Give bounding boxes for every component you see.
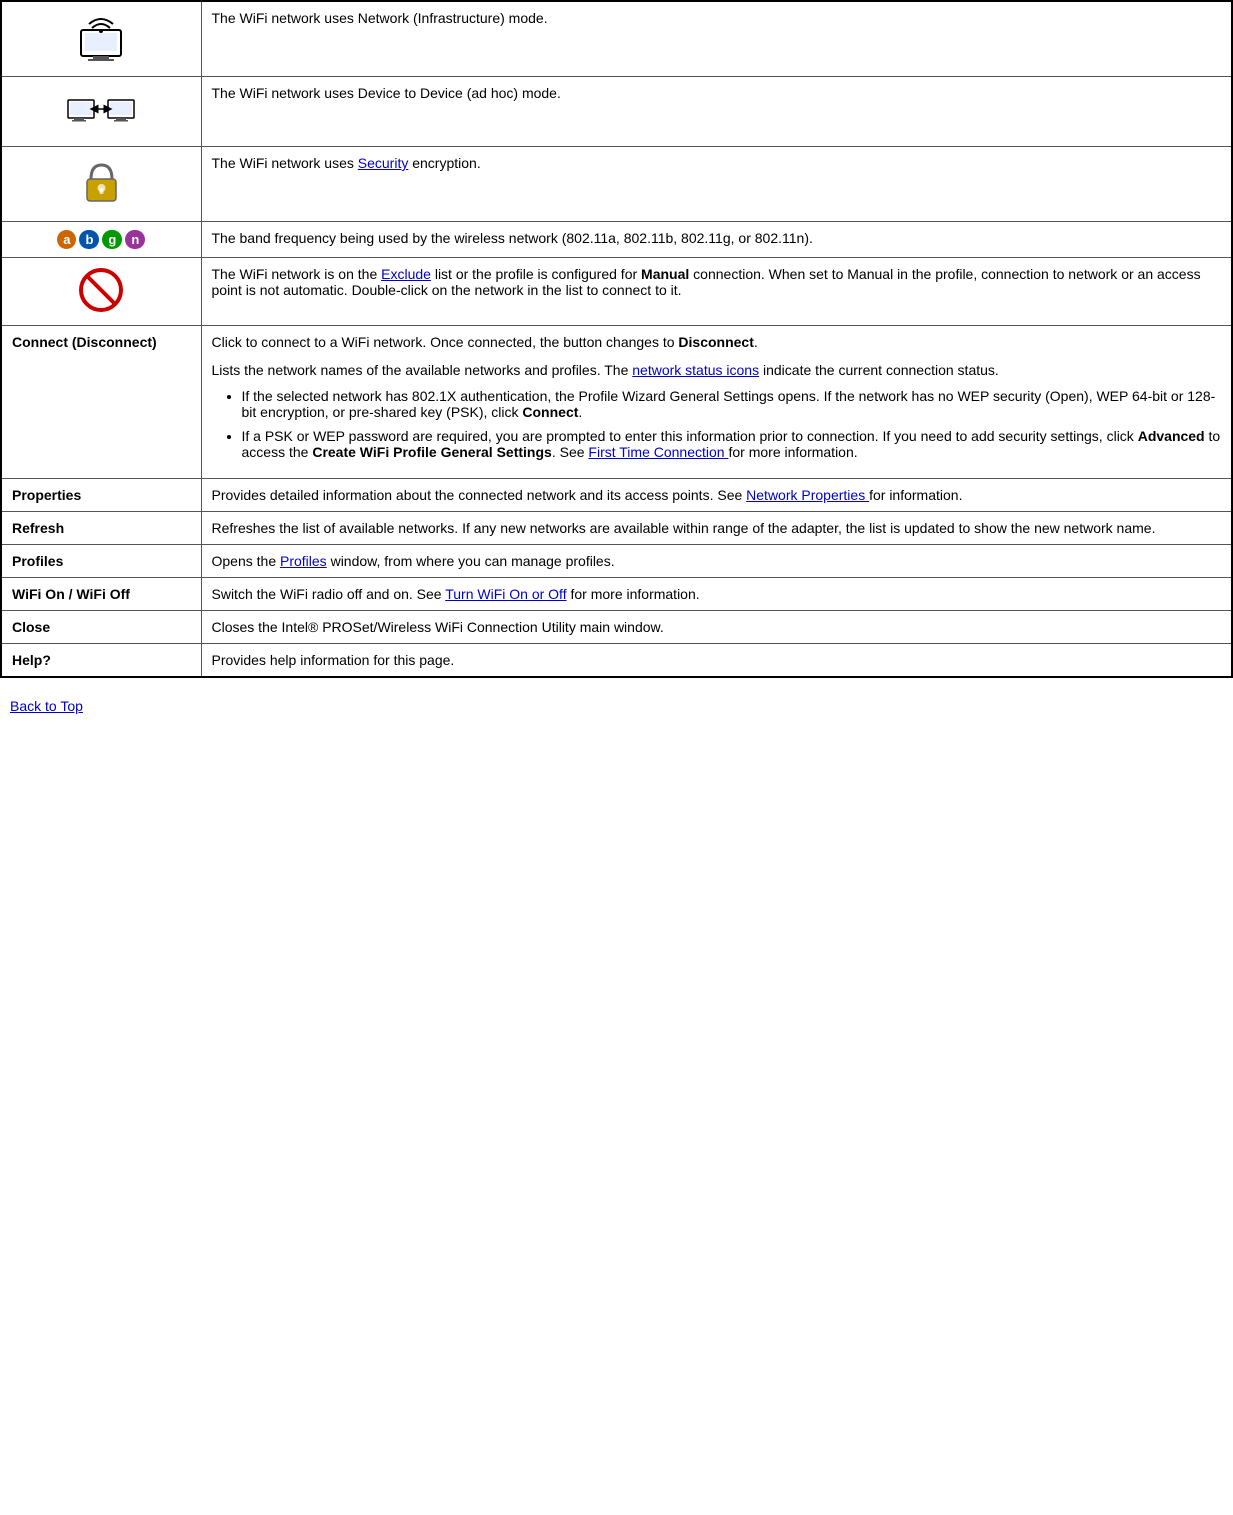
properties-prefix: Provides detailed information about the … [212,487,747,503]
desc-cell-help: Provides help information for this page. [201,644,1232,678]
label-cell-connect: Connect (Disconnect) [1,326,201,479]
first-time-connection-link[interactable]: First Time Connection [588,444,728,460]
help-label: Help? [12,652,51,668]
adhoc-desc: The WiFi network uses Device to Device (… [212,85,561,101]
table-row: Profiles Opens the Profiles window, from… [1,545,1232,578]
label-cell-close: Close [1,611,201,644]
table-row: The WiFi network uses Security encryptio… [1,147,1232,222]
band-badges: a b g n [12,230,191,249]
network-status-icons-link[interactable]: network status icons [632,362,759,378]
bullet-1: If the selected network has 802.1X authe… [242,388,1222,420]
connect-para2: Lists the network names of the available… [212,362,1222,378]
table-row: Close Closes the Intel® PROSet/Wireless … [1,611,1232,644]
exclude-prefix: The WiFi network is on the [212,266,382,282]
profiles-prefix: Opens the [212,553,281,569]
properties-suffix: for information. [869,487,962,503]
close-desc: Closes the Intel® PROSet/Wireless WiFi C… [212,619,664,635]
back-to-top-section: Back to Top [0,678,1233,724]
bullet-2: If a PSK or WEP password are required, y… [242,428,1222,460]
desc-cell-exclude: The WiFi network is on the Exclude list … [201,258,1232,326]
desc-cell-profiles: Opens the Profiles window, from where yo… [201,545,1232,578]
icon-cell-security [1,147,201,222]
desc-cell-refresh: Refreshes the list of available networks… [201,512,1232,545]
table-row: The WiFi network is on the Exclude list … [1,258,1232,326]
table-row: Connect (Disconnect) Click to connect to… [1,326,1232,479]
refresh-desc: Refreshes the list of available networks… [212,520,1156,536]
security-desc-suffix: encryption. [408,155,480,171]
label-cell-refresh: Refresh [1,512,201,545]
table-row: Properties Provides detailed information… [1,479,1232,512]
help-desc: Provides help information for this page. [212,652,455,668]
wifionoff-prefix: Switch the WiFi radio off and on. See [212,586,446,602]
icon-cell-adhoc [1,77,201,147]
desc-cell-infra: The WiFi network uses Network (Infrastru… [201,1,1232,77]
band-desc: The band frequency being used by the wir… [212,230,813,246]
desc-cell-band: The band frequency being used by the wir… [201,222,1232,258]
desc-cell-properties: Provides detailed information about the … [201,479,1232,512]
table-row: a b g n The band frequency being used by… [1,222,1232,258]
label-cell-profiles: Profiles [1,545,201,578]
connect-label: Connect (Disconnect) [12,334,157,350]
profiles-suffix: window, from where you can manage profil… [327,553,615,569]
exclude-link[interactable]: Exclude [381,266,431,282]
table-row: Refresh Refreshes the list of available … [1,512,1232,545]
wifionoff-suffix: for more information. [567,586,700,602]
security-icon [79,155,124,210]
connect-bullets: If the selected network has 802.1X authe… [242,388,1222,460]
badge-g: g [102,230,122,249]
properties-label: Properties [12,487,81,503]
desc-cell-close: Closes the Intel® PROSet/Wireless WiFi C… [201,611,1232,644]
infra-desc: The WiFi network uses Network (Infrastru… [212,10,548,26]
label-cell-wifionoff: WiFi On / WiFi Off [1,578,201,611]
connect-intro: Click to connect to a WiFi network. Once… [212,334,758,350]
no-circle-icon [77,266,125,314]
badge-n: n [125,230,145,249]
main-table: The WiFi network uses Network (Infrastru… [0,0,1233,678]
icon-cell-exclude [1,258,201,326]
desc-cell-wifionoff: Switch the WiFi radio off and on. See Tu… [201,578,1232,611]
table-row: The WiFi network uses Device to Device (… [1,77,1232,147]
security-desc-prefix: The WiFi network uses [212,155,358,171]
refresh-label: Refresh [12,520,64,536]
desc-cell-adhoc: The WiFi network uses Device to Device (… [201,77,1232,147]
table-row: Help? Provides help information for this… [1,644,1232,678]
security-link[interactable]: Security [358,155,409,171]
turn-wifi-link[interactable]: Turn WiFi On or Off [445,586,566,602]
badge-a: a [57,230,76,249]
wifi-infra-icon [71,10,131,65]
wifionoff-label: WiFi On / WiFi Off [12,586,130,602]
icon-cell-band: a b g n [1,222,201,258]
label-cell-properties: Properties [1,479,201,512]
back-to-top-link[interactable]: Back to Top [10,698,83,714]
desc-cell-connect: Click to connect to a WiFi network. Once… [201,326,1232,479]
icon-cell-infra [1,1,201,77]
page-wrapper: The WiFi network uses Network (Infrastru… [0,0,1233,764]
desc-cell-security: The WiFi network uses Security encryptio… [201,147,1232,222]
network-properties-link[interactable]: Network Properties [746,487,869,503]
profiles-label: Profiles [12,553,63,569]
close-label: Close [12,619,50,635]
table-row: WiFi On / WiFi Off Switch the WiFi radio… [1,578,1232,611]
wifi-adhoc-icon [66,85,136,135]
table-row: The WiFi network uses Network (Infrastru… [1,1,1232,77]
profiles-link[interactable]: Profiles [280,553,327,569]
badge-b: b [79,230,99,249]
label-cell-help: Help? [1,644,201,678]
